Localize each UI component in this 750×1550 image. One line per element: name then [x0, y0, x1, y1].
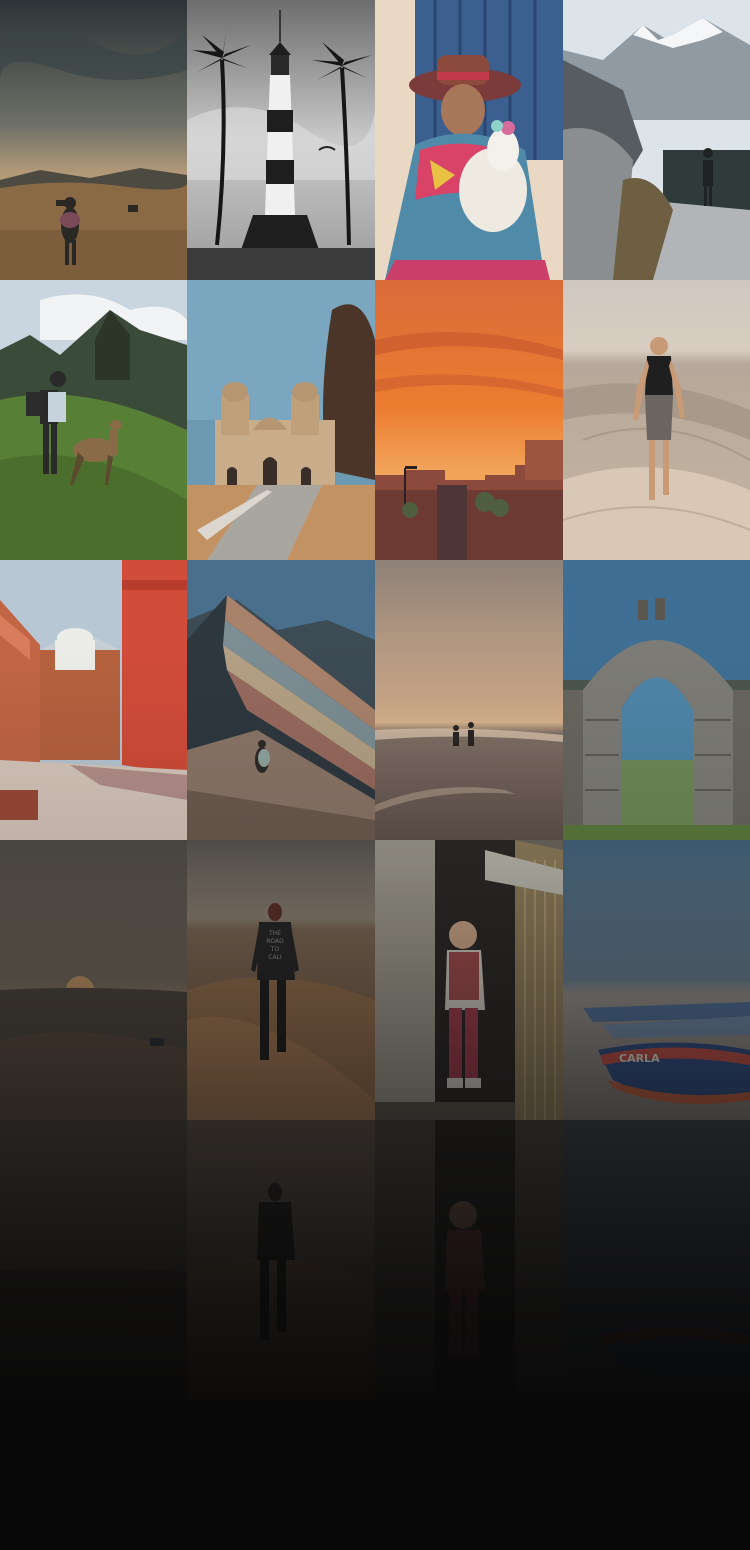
photo-tile-beach-couple[interactable]	[375, 560, 563, 840]
boat-name-label: CARLA	[619, 1052, 660, 1065]
photo-tile-child-in-doorway[interactable]	[375, 840, 563, 1120]
photo-tile-orange-sunset-city[interactable]	[375, 280, 563, 560]
photo-tile-child-faded[interactable]	[375, 1120, 563, 1400]
shirt-print-line: TO	[270, 946, 280, 953]
photo-tile-desert-sunset-faded[interactable]	[0, 1120, 187, 1400]
photo-tile-woman-with-alpaca[interactable]	[375, 0, 563, 280]
photo-tile-dune-man-shirt[interactable]: THE ROAD TO CALI	[187, 840, 375, 1120]
photo-tile-red-monastery-walls[interactable]	[0, 560, 187, 840]
photo-tile-stone-arch[interactable]	[563, 560, 750, 840]
photo-tile-rainbow-mountain[interactable]	[187, 560, 375, 840]
shirt-print-line: THE	[268, 930, 281, 937]
photo-tile-beach-boats[interactable]: CARLA	[563, 840, 750, 1120]
photo-tile-machu-picchu-llama[interactable]	[0, 280, 187, 560]
photo-tile-colonial-church[interactable]	[187, 280, 375, 560]
photo-tile-lighthouse-palms[interactable]	[187, 0, 375, 280]
photo-tile-desert-walker[interactable]	[563, 280, 750, 560]
photo-tile-snowy-mountain-lake[interactable]	[563, 0, 750, 280]
photo-tile-boats-faded[interactable]	[563, 1120, 750, 1400]
shirt-print-line: CALI	[268, 954, 282, 961]
photo-tile-dune-man-faded[interactable]	[187, 1120, 375, 1400]
shirt-print-line: ROAD	[266, 938, 284, 945]
photo-tile-highland-walker[interactable]	[0, 0, 187, 280]
photo-tile-desert-sunset[interactable]	[0, 840, 187, 1120]
photo-gallery: THE ROAD TO CALI CARLA	[0, 0, 750, 1400]
